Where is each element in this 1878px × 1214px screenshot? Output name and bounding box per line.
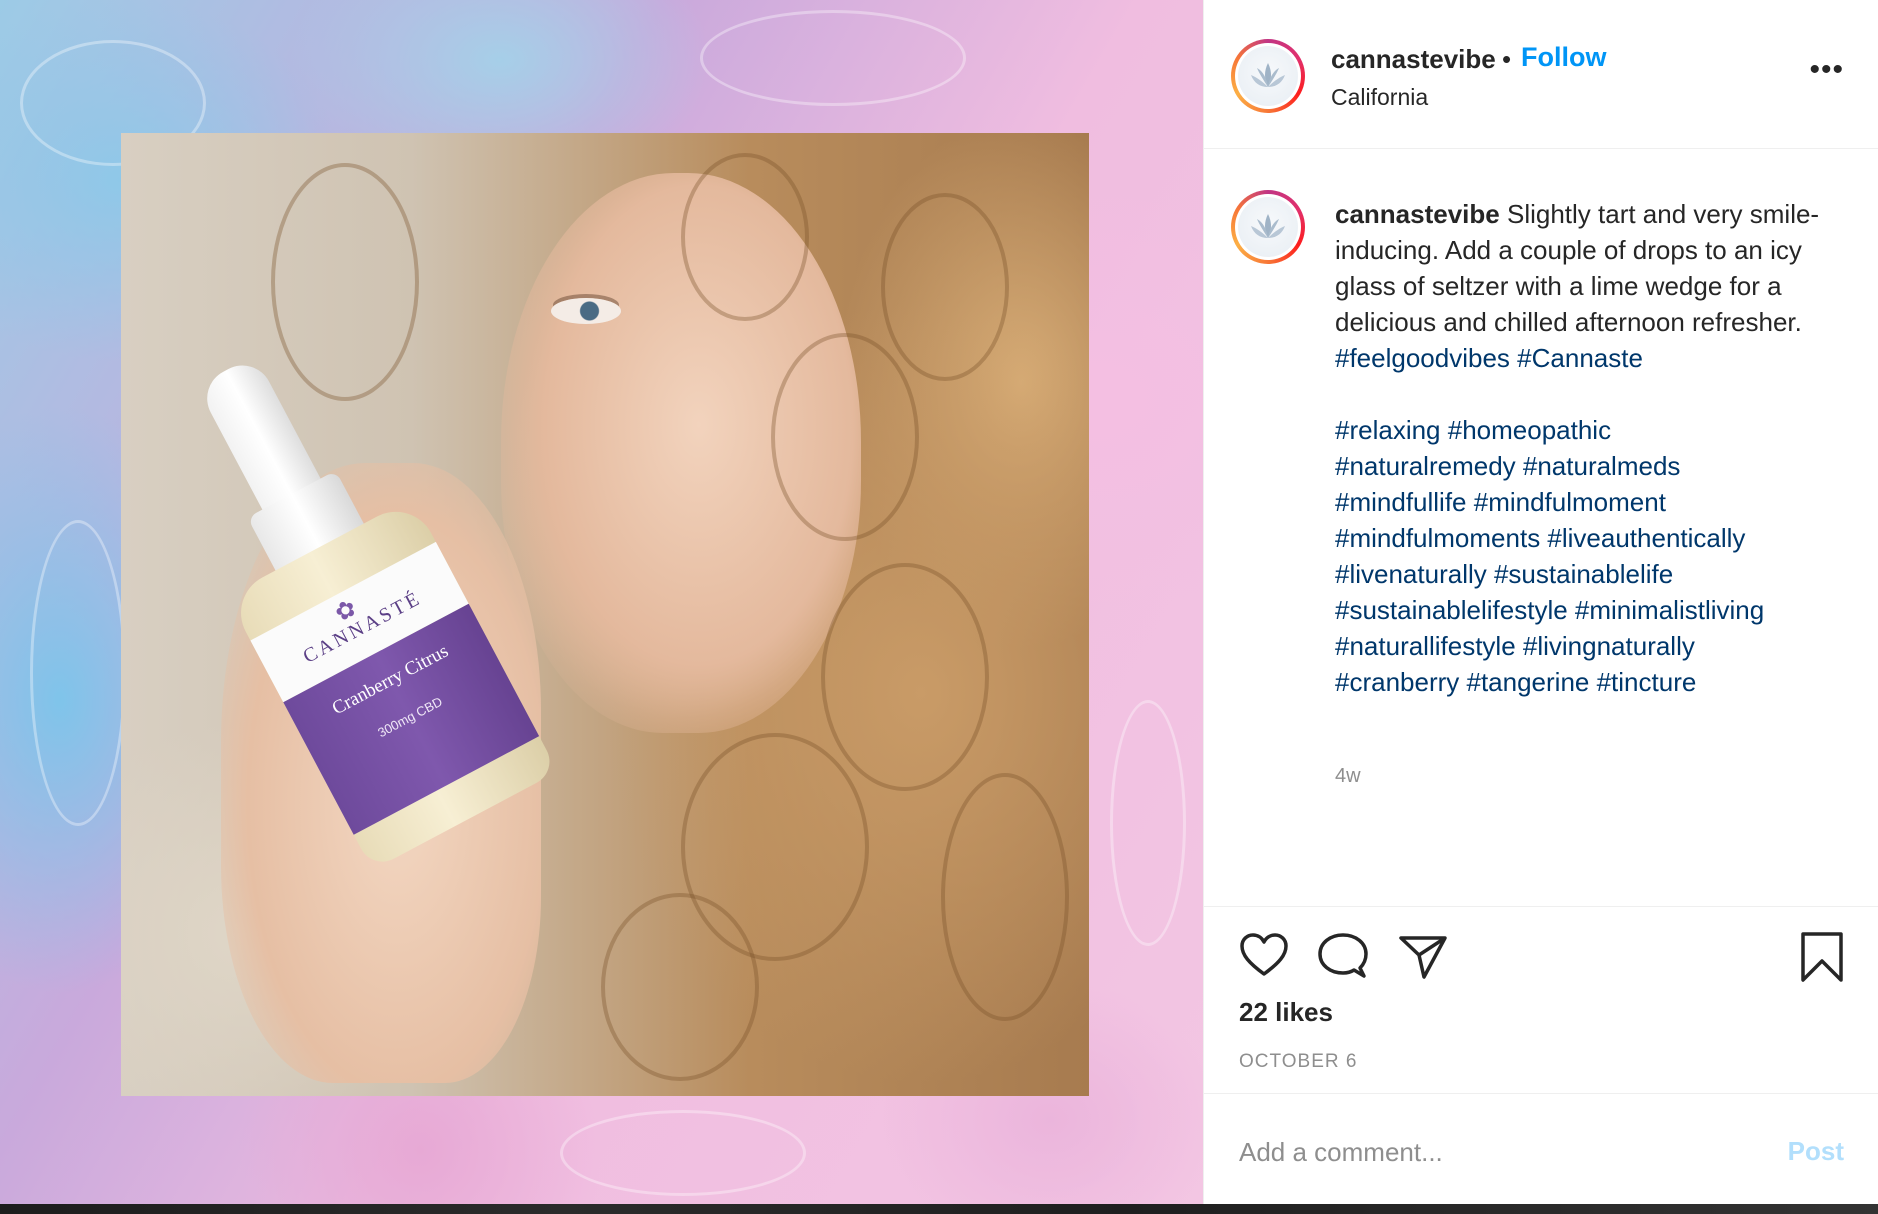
hair-curl — [941, 773, 1069, 1021]
hair-curl — [821, 563, 989, 791]
follow-button[interactable]: Follow — [1521, 42, 1606, 73]
caption-timestamp[interactable]: 4w — [1335, 765, 1361, 788]
separator-dot: • — [1502, 44, 1512, 74]
background-strip — [0, 1204, 1878, 1214]
comment-icon — [1318, 933, 1368, 978]
hashtag-line[interactable]: #naturalremedy #naturalmeds — [1335, 448, 1835, 484]
post-photo: ✿ CANNASTÉ Cranberry Citrus 300mg CBD — [121, 133, 1089, 1096]
hair-curl — [681, 153, 809, 321]
header-username[interactable]: cannastevibe — [1331, 44, 1496, 75]
like-button[interactable] — [1239, 932, 1289, 983]
location-link[interactable]: California — [1331, 84, 1428, 111]
post-modal: ✿ CANNASTÉ Cranberry Citrus 300mg CBD ca… — [0, 0, 1878, 1208]
caption-avatar[interactable] — [1231, 190, 1305, 264]
lotus-icon — [1251, 63, 1285, 87]
actions-divider — [1204, 906, 1878, 907]
more-options-icon[interactable]: ••• — [1809, 55, 1844, 85]
hashtag-line[interactable]: #mindfulmoments #liveauthentically — [1335, 520, 1835, 556]
comment-input[interactable] — [1237, 1131, 1741, 1173]
background-swirl — [1110, 700, 1186, 946]
save-button[interactable] — [1799, 931, 1845, 988]
share-button[interactable] — [1398, 932, 1448, 985]
lotus-icon — [1251, 214, 1285, 238]
hair-curl — [601, 893, 759, 1081]
post-date[interactable]: OCTOBER 6 — [1239, 1051, 1357, 1073]
post-comment-button[interactable]: Post — [1788, 1136, 1844, 1167]
share-icon — [1399, 936, 1447, 979]
hair-curl — [271, 163, 419, 401]
post-header: cannastevibe • Follow California ••• — [1204, 0, 1878, 149]
hashtag-line[interactable]: #mindfullife #mindfulmoment — [1335, 484, 1835, 520]
hashtag-line[interactable]: #cranberry #tangerine #tincture — [1335, 664, 1835, 700]
hashtag-link[interactable]: #Cannaste — [1517, 343, 1643, 373]
background-swirl — [560, 1110, 806, 1196]
hair-curl — [881, 193, 1009, 381]
post-media[interactable]: ✿ CANNASTÉ Cranberry Citrus 300mg CBD — [0, 0, 1203, 1208]
post-caption: cannastevibe Slightly tart and very smil… — [1335, 196, 1835, 700]
likes-count[interactable]: 22 likes — [1239, 997, 1333, 1028]
eye — [551, 298, 621, 324]
hair-curl — [771, 333, 919, 541]
bookmark-icon — [1801, 932, 1843, 982]
comment-bar: Post — [1204, 1093, 1878, 1208]
post-details: cannastevibe • Follow California ••• can… — [1203, 0, 1878, 1208]
hashtag-link[interactable]: #feelgoodvibes — [1335, 343, 1510, 373]
hashtag-line[interactable]: #sustainablelifestyle #minimalistliving — [1335, 592, 1835, 628]
hashtag-line[interactable]: #livenaturally #sustainablelife — [1335, 556, 1835, 592]
caption-username[interactable]: cannastevibe — [1335, 199, 1500, 229]
avatar[interactable] — [1231, 39, 1305, 113]
comment-button[interactable] — [1318, 932, 1368, 985]
heart-icon — [1240, 933, 1288, 976]
background-swirl — [700, 10, 966, 106]
background-swirl — [30, 520, 126, 826]
hashtag-line[interactable]: #relaxing #homeopathic — [1335, 412, 1835, 448]
hashtag-line[interactable]: #naturallifestyle #livingnaturally — [1335, 628, 1835, 664]
